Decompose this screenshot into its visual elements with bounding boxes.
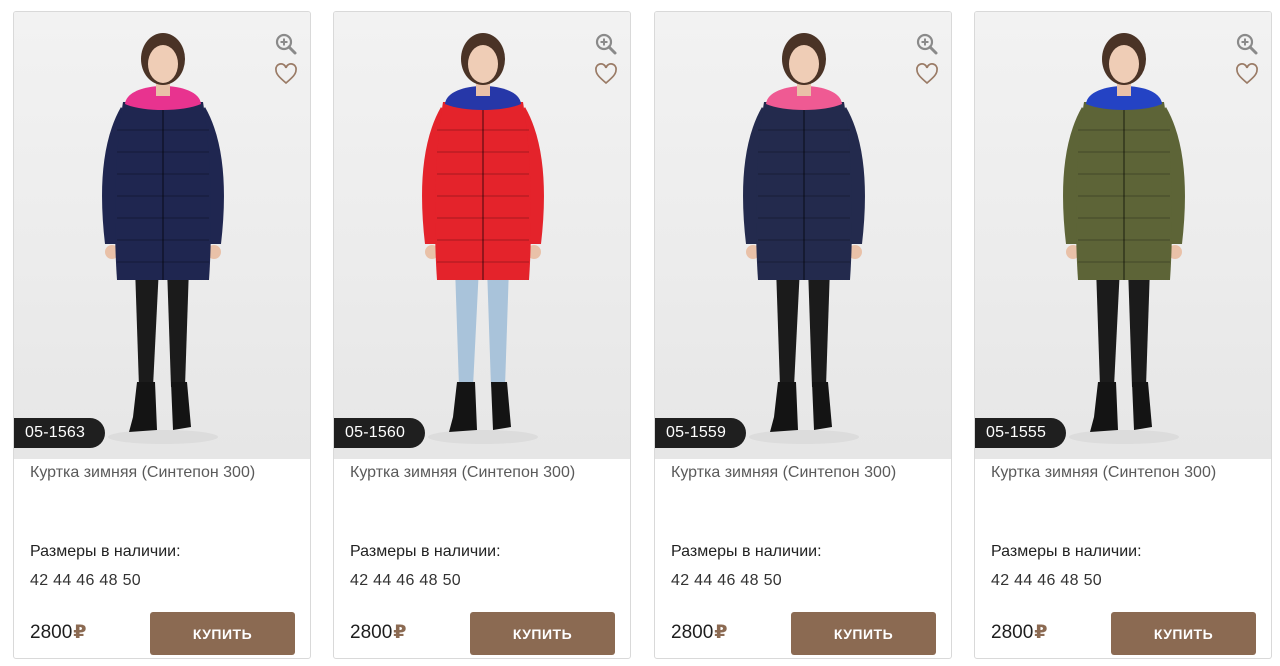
zoom-in-icon[interactable] bbox=[915, 32, 939, 56]
sizes-label: Размеры в наличии: bbox=[991, 543, 1142, 560]
sizes-list: 42 44 46 48 50 bbox=[991, 572, 1102, 589]
floor-shadow bbox=[108, 430, 218, 444]
buy-button[interactable]: КУПИТЬ bbox=[150, 612, 295, 655]
product-card[interactable]: 05-1559 Куртка зимняя (Синтепон 300) Раз… bbox=[654, 11, 952, 659]
heart-icon[interactable] bbox=[274, 63, 298, 85]
price-value: 2800 bbox=[991, 622, 1034, 643]
model-figure bbox=[422, 33, 544, 444]
sizes-list: 42 44 46 48 50 bbox=[350, 572, 461, 589]
zoom-in-icon[interactable] bbox=[1235, 32, 1259, 56]
left-leg bbox=[455, 267, 479, 387]
zoom-in-icon[interactable] bbox=[594, 32, 618, 56]
sku-badge: 05-1560 bbox=[334, 418, 426, 448]
product-title[interactable]: Куртка зимняя (Синтепон 300) bbox=[991, 463, 1261, 483]
heart-icon[interactable] bbox=[1235, 63, 1259, 85]
left-leg bbox=[1096, 267, 1120, 387]
sku-badge: 05-1563 bbox=[14, 418, 106, 448]
floor-shadow bbox=[749, 430, 859, 444]
product-title[interactable]: Куртка зимняя (Синтепон 300) bbox=[350, 463, 620, 483]
right-boot bbox=[1132, 382, 1152, 430]
ruble-sign: ₽ bbox=[1034, 622, 1048, 643]
right-boot bbox=[171, 382, 191, 430]
buy-button[interactable]: КУПИТЬ bbox=[791, 612, 936, 655]
left-leg bbox=[135, 267, 159, 387]
sizes-label: Размеры в наличии: bbox=[350, 543, 501, 560]
product-photo[interactable]: 05-1563 bbox=[14, 12, 310, 459]
price-value: 2800 bbox=[30, 622, 73, 643]
left-boot bbox=[449, 382, 477, 432]
face bbox=[1109, 45, 1139, 83]
sku-badge: 05-1559 bbox=[655, 418, 747, 448]
face bbox=[468, 45, 498, 83]
price: 2800₽ bbox=[30, 621, 87, 644]
face bbox=[148, 45, 178, 83]
sizes-list: 42 44 46 48 50 bbox=[30, 572, 141, 589]
product-photo[interactable]: 05-1555 bbox=[975, 12, 1271, 459]
right-boot bbox=[812, 382, 832, 430]
ruble-sign: ₽ bbox=[714, 622, 728, 643]
floor-shadow bbox=[428, 430, 538, 444]
left-boot bbox=[1090, 382, 1118, 432]
model-figure bbox=[743, 33, 865, 444]
right-leg bbox=[1128, 267, 1150, 387]
product-grid: 05-1563 Куртка зимняя (Синтепон 300) Раз… bbox=[0, 0, 1280, 666]
product-card[interactable]: 05-1563 Куртка зимняя (Синтепон 300) Раз… bbox=[13, 11, 311, 659]
left-leg bbox=[776, 267, 800, 387]
right-leg bbox=[167, 267, 189, 387]
product-card[interactable]: 05-1560 Куртка зимняя (Синтепон 300) Раз… bbox=[333, 11, 631, 659]
buy-button[interactable]: КУПИТЬ bbox=[1111, 612, 1256, 655]
ruble-sign: ₽ bbox=[73, 622, 87, 643]
model-figure bbox=[1063, 33, 1185, 444]
price: 2800₽ bbox=[671, 621, 728, 644]
left-boot bbox=[770, 382, 798, 432]
price-value: 2800 bbox=[350, 622, 393, 643]
heart-icon[interactable] bbox=[915, 63, 939, 85]
right-leg bbox=[487, 267, 509, 387]
model-figure bbox=[102, 33, 224, 444]
floor-shadow bbox=[1069, 430, 1179, 444]
price: 2800₽ bbox=[350, 621, 407, 644]
product-photo[interactable]: 05-1560 bbox=[334, 12, 630, 459]
right-boot bbox=[491, 382, 511, 430]
sku-badge: 05-1555 bbox=[975, 418, 1067, 448]
face bbox=[789, 45, 819, 83]
right-leg bbox=[808, 267, 830, 387]
sizes-list: 42 44 46 48 50 bbox=[671, 572, 782, 589]
product-card[interactable]: 05-1555 Куртка зимняя (Синтепон 300) Раз… bbox=[974, 11, 1272, 659]
heart-icon[interactable] bbox=[594, 63, 618, 85]
product-photo[interactable]: 05-1559 bbox=[655, 12, 951, 459]
sizes-label: Размеры в наличии: bbox=[671, 543, 822, 560]
ruble-sign: ₽ bbox=[393, 622, 407, 643]
product-title[interactable]: Куртка зимняя (Синтепон 300) bbox=[671, 463, 941, 483]
buy-button[interactable]: КУПИТЬ bbox=[470, 612, 615, 655]
product-title[interactable]: Куртка зимняя (Синтепон 300) bbox=[30, 463, 300, 483]
price: 2800₽ bbox=[991, 621, 1048, 644]
price-value: 2800 bbox=[671, 622, 714, 643]
zoom-in-icon[interactable] bbox=[274, 32, 298, 56]
left-boot bbox=[129, 382, 157, 432]
sizes-label: Размеры в наличии: bbox=[30, 543, 181, 560]
